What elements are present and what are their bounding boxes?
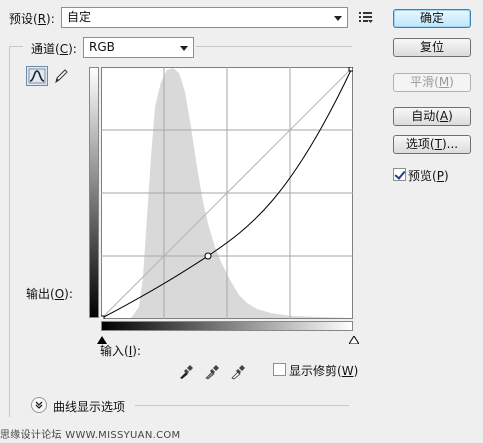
gray-eyedropper-icon[interactable] bbox=[203, 362, 221, 380]
channel-value: RGB bbox=[89, 40, 115, 54]
chevron-down-icon bbox=[180, 46, 188, 51]
ok-button[interactable]: 确定 bbox=[393, 9, 471, 28]
output-gradient-bar bbox=[89, 67, 99, 318]
show-clipping-label: 显示修剪(W) bbox=[289, 364, 359, 378]
options-button[interactable]: 选项(T)... bbox=[393, 135, 471, 154]
show-clipping-checkbox[interactable] bbox=[273, 363, 286, 376]
preset-dropdown[interactable]: 自定 bbox=[61, 7, 348, 28]
channel-label: 通道(C): bbox=[31, 42, 77, 56]
expand-chevron-icon[interactable] bbox=[31, 397, 47, 413]
curve-point-start bbox=[99, 315, 105, 321]
preview-checkbox[interactable] bbox=[393, 168, 406, 181]
curve-point-1 bbox=[204, 252, 212, 260]
preset-options-icon[interactable] bbox=[358, 9, 374, 25]
channel-dropdown[interactable]: RGB bbox=[83, 37, 194, 58]
curve-point-end bbox=[348, 66, 354, 72]
output-label: 输出(O): bbox=[26, 287, 73, 301]
black-eyedropper-icon[interactable] bbox=[177, 362, 195, 380]
auto-button[interactable]: 自动(A) bbox=[393, 107, 471, 126]
input-label: 输入(I): bbox=[100, 344, 141, 358]
group-top-line-right bbox=[196, 46, 352, 47]
curve-tool-icon[interactable] bbox=[26, 66, 48, 86]
preview-label: 预览(P) bbox=[408, 169, 449, 183]
group-top-line-left bbox=[9, 46, 23, 47]
white-eyedropper-icon[interactable] bbox=[229, 362, 247, 380]
curve-display-options-label: 曲线显示选项 bbox=[53, 400, 126, 414]
smooth-button[interactable]: 平滑(M) bbox=[393, 73, 471, 92]
watermark: 思缘设计论坛 WWW.MISSYUAN.COM bbox=[0, 430, 181, 441]
reset-button[interactable]: 复位 bbox=[393, 38, 471, 57]
preset-label: 预设(R): bbox=[9, 12, 55, 26]
curves-graph[interactable] bbox=[99, 66, 354, 321]
input-gradient-bar bbox=[101, 321, 353, 331]
divider bbox=[135, 405, 349, 406]
chevron-down-icon bbox=[334, 16, 342, 21]
white-point-slider[interactable] bbox=[348, 333, 360, 347]
pencil-tool-icon[interactable] bbox=[52, 67, 70, 85]
preset-value: 自定 bbox=[67, 10, 92, 24]
